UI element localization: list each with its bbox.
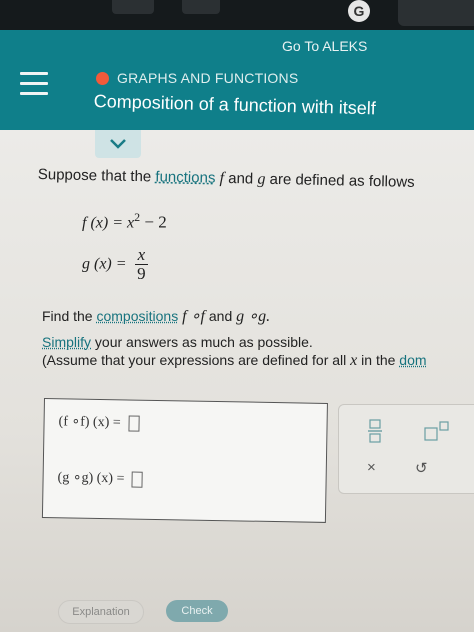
domain-link[interactable]: dom (399, 352, 426, 368)
check-button[interactable]: Check (166, 600, 228, 622)
g-fraction: x9 (134, 246, 149, 283)
find-gog: g ∘g. (236, 308, 271, 325)
g-definition: g (x) = x9 (82, 246, 149, 283)
find-and: and (205, 308, 237, 324)
f-def-rest: − 2 (140, 212, 167, 232)
g-numerator: x (134, 246, 149, 265)
find-instruction: Find the compositions f ∘f and g ∘g. (42, 306, 270, 326)
chevron-down-icon (110, 139, 126, 149)
gog-answer-input[interactable] (131, 471, 144, 488)
assume-prefix: (Assume that your expressions are define… (42, 352, 351, 368)
go-to-aleks-link[interactable]: Go To ALEKS (282, 38, 367, 54)
fof-label: (f ∘f) (x) = (58, 414, 125, 431)
browser-top-bar: G (0, 0, 474, 30)
f-definition: f (x) = x2 − 2 (82, 210, 167, 233)
browser-tab[interactable] (182, 0, 220, 14)
explanation-button[interactable]: Explanation (58, 600, 144, 624)
intro-text: Suppose that the (37, 166, 156, 186)
find-prefix: Find the (42, 308, 97, 324)
account-badge-icon[interactable]: G (348, 0, 370, 22)
simplify-link[interactable]: Simplify (42, 334, 91, 350)
math-keypad: × ↺ (338, 404, 474, 494)
simplify-instruction: Simplify your answers as much as possibl… (42, 334, 313, 350)
assume-mid: in the (357, 352, 400, 368)
functions-link[interactable]: functions (155, 168, 215, 186)
lesson-title: Composition of a function with itself (93, 91, 377, 119)
compositions-link[interactable]: compositions (96, 308, 178, 324)
browser-tab[interactable] (112, 0, 154, 14)
exponent-icon[interactable] (423, 421, 449, 441)
gog-answer-row: (g ∘g) (x) = (57, 469, 144, 488)
topic-label: GRAPHS AND FUNCTIONS (117, 70, 299, 86)
problem-area: Suppose that the functions f and g are d… (0, 130, 474, 632)
intro-and: and (223, 169, 258, 188)
clear-icon[interactable]: × (367, 459, 376, 476)
aleks-header: Go To ALEKS GRAPHS AND FUNCTIONS Composi… (0, 30, 474, 130)
browser-tab[interactable] (398, 0, 474, 26)
g-def-lhs: g (x) = (82, 255, 131, 273)
f-def-lhs: f (x) = x (82, 214, 135, 232)
answer-box: (f ∘f) (x) = (g ∘g) (x) = (41, 398, 328, 523)
g-denominator: 9 (137, 264, 146, 283)
assume-instruction: (Assume that your expressions are define… (42, 352, 427, 370)
find-fof: ∘f (186, 308, 205, 325)
fof-answer-row: (f ∘f) (x) = (58, 413, 140, 432)
fof-answer-input[interactable] (128, 415, 140, 432)
collapse-toggle-button[interactable] (95, 130, 141, 158)
simplify-rest: your answers as much as possible. (91, 334, 313, 350)
intro-suffix: are defined as follows (265, 170, 415, 191)
fraction-icon[interactable] (367, 419, 383, 443)
undo-icon[interactable]: ↺ (415, 459, 428, 477)
problem-intro: Suppose that the functions f and g are d… (38, 166, 415, 192)
topic-status-dot (96, 72, 109, 85)
hamburger-menu-icon[interactable] (20, 72, 48, 98)
gog-label: (g ∘g) (x) = (57, 470, 129, 487)
